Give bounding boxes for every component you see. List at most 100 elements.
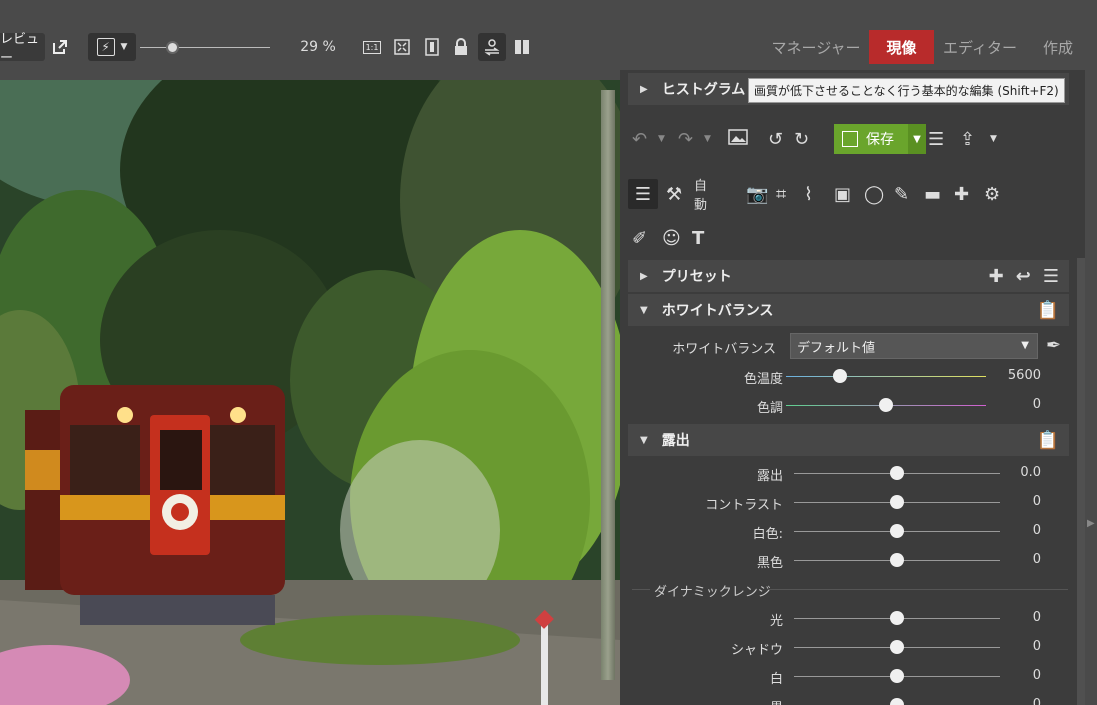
slider-row: 白色: 0 (628, 517, 1069, 545)
app-window: レビュー ⚡ ▼ 29 % 1:1 マネージャー 現像 エディター 作成 ▶ ヒ… (0, 0, 1097, 705)
paste-icon[interactable]: 📋 (1037, 300, 1059, 321)
top-toolbar: レビュー ⚡ ▼ 29 % 1:1 マネージャー 現像 エディター 作成 (0, 0, 1097, 80)
whitebalance-title: ホワイトバランス (661, 303, 774, 319)
chevron-down-icon: ▼ (1021, 340, 1029, 351)
image-icon[interactable] (728, 128, 748, 151)
zoom-slider-knob[interactable] (165, 41, 179, 54)
tint-value[interactable]: 0 (1033, 397, 1041, 412)
circle-icon[interactable]: ◯ (864, 184, 884, 205)
tint-knob[interactable] (879, 398, 893, 412)
save-button[interactable]: 保存 ▼ (834, 124, 926, 154)
chevron-down-icon[interactable]: ▼ (704, 134, 711, 144)
whitebalance-select-label: ホワイトバランス (672, 342, 776, 357)
slider-knob[interactable] (890, 611, 904, 625)
slider-label: コントラスト (705, 498, 783, 513)
zoom-slider-track[interactable] (140, 47, 270, 48)
expand-icon: ▶ (640, 270, 648, 282)
chevron-down-icon[interactable]: ▼ (658, 134, 665, 144)
paste-icon[interactable]: 📋 (1037, 430, 1059, 451)
slider-knob[interactable] (890, 669, 904, 683)
zoom-value: 29 % (300, 39, 336, 55)
preview-button[interactable]: レビュー (0, 32, 45, 66)
tint-label: 色調 (756, 401, 783, 416)
temperature-slider[interactable] (786, 376, 986, 377)
chevron-down-icon[interactable]: ▼ (908, 124, 926, 154)
face-icon[interactable]: ☺ (662, 228, 681, 249)
undo-icon[interactable]: ↶ (632, 129, 647, 150)
histogram-label: ヒストグラム (661, 82, 746, 98)
slider-value[interactable]: 0 (1033, 639, 1041, 654)
slider-value[interactable]: 0 (1033, 697, 1041, 705)
slider-knob[interactable] (890, 466, 904, 480)
whitebalance-header[interactable]: ▼ ホワイトバランス 📋 (628, 294, 1069, 326)
slider-knob[interactable] (890, 524, 904, 538)
whitebalance-select-value: デフォルト値 (797, 340, 876, 356)
lock-icon[interactable] (449, 33, 473, 61)
menu-icon[interactable]: ☰ (1043, 266, 1059, 287)
compare-icon[interactable] (478, 33, 506, 61)
expand-icon: ▶ (640, 83, 648, 95)
split-view-icon[interactable] (510, 33, 534, 61)
slider-knob[interactable] (890, 698, 904, 705)
slider-value[interactable]: 0 (1033, 552, 1041, 567)
pillar (601, 90, 615, 680)
slider-value[interactable]: 0 (1033, 494, 1041, 509)
eyedropper-icon[interactable]: ✒ (1046, 335, 1061, 356)
filmstrip-icon[interactable] (420, 33, 444, 61)
tab-create[interactable]: 作成 (1030, 30, 1086, 64)
slider-knob[interactable] (890, 553, 904, 567)
tab-develop[interactable]: 現像 (869, 30, 934, 64)
exposure-header[interactable]: ▼ 露出 📋 (628, 424, 1069, 456)
whitebalance-select[interactable]: デフォルト値 ▼ (790, 333, 1038, 359)
text-icon[interactable]: T (692, 228, 704, 249)
reset-icon[interactable]: ↩ (1016, 266, 1031, 287)
photo-canvas[interactable] (0, 80, 620, 705)
eraser-icon[interactable]: ✐ (632, 228, 647, 249)
tab-manager[interactable]: マネージャー (768, 30, 864, 64)
rotate-right-icon[interactable]: ↻ (794, 129, 809, 150)
add-preset-icon[interactable]: ✚ (989, 266, 1004, 287)
temperature-knob[interactable] (833, 369, 847, 383)
side-collapse-strip[interactable]: ▶ (1085, 70, 1097, 705)
collapse-icon: ▼ (640, 434, 648, 446)
slider-row: 露出 0.0 (628, 459, 1069, 487)
chevron-down-icon[interactable]: ▼ (990, 134, 997, 144)
temperature-row: 色温度 5600 (628, 362, 1069, 390)
gradient-icon[interactable]: ▬ (924, 184, 941, 205)
frame-icon[interactable]: ▣ (834, 184, 851, 205)
adjust-icon[interactable]: ☰ (628, 179, 658, 209)
slider-knob[interactable] (890, 640, 904, 654)
gear-icon[interactable]: ⚙ (984, 184, 1000, 205)
flash-icon: ⚡ (96, 38, 115, 56)
chevron-down-icon: ▼ (120, 42, 128, 52)
tooltip: 画質が低下させることなく行う基本的な編集 (Shift+F2) (748, 78, 1065, 103)
magic-wand-icon[interactable]: ⚒ (666, 184, 682, 205)
auto-button[interactable]: 自動 (694, 175, 707, 213)
share-icon[interactable]: ⇪ (960, 129, 975, 150)
slider-value[interactable]: 0.0 (1020, 465, 1041, 480)
bandage-icon[interactable]: ✚ (954, 184, 969, 205)
perspective-icon[interactable]: ⌇ (804, 184, 813, 205)
presets-header[interactable]: ▶ プリセット ✚ ↩ ☰ (628, 260, 1069, 292)
tab-editor[interactable]: エディター (940, 30, 1020, 64)
tint-row: 色調 0 (628, 391, 1069, 419)
slider-value[interactable]: 0 (1033, 668, 1041, 683)
fit-icon[interactable] (390, 33, 414, 61)
flash-dropdown[interactable]: ⚡ ▼ (88, 33, 136, 61)
brush-icon[interactable]: ✎ (894, 184, 909, 205)
divider (768, 589, 1068, 590)
slider-value[interactable]: 0 (1033, 523, 1041, 538)
rotate-left-icon[interactable]: ↺ (768, 129, 783, 150)
batch-settings-icon[interactable]: ☰ (928, 129, 944, 150)
crop-icon[interactable]: ⌗ (776, 184, 786, 205)
temperature-value[interactable]: 5600 (1008, 368, 1041, 383)
slider-label: 黒色 (756, 556, 783, 571)
slider-row: 黒色 0 (628, 546, 1069, 574)
camera-icon[interactable]: 📷 (746, 184, 768, 205)
zoom-1to1-icon[interactable]: 1:1 (360, 33, 384, 61)
external-open-icon[interactable] (48, 33, 72, 61)
redo-icon[interactable]: ↷ (678, 129, 693, 150)
slider-value[interactable]: 0 (1033, 610, 1041, 625)
slider-knob[interactable] (890, 495, 904, 509)
divider (632, 589, 650, 590)
